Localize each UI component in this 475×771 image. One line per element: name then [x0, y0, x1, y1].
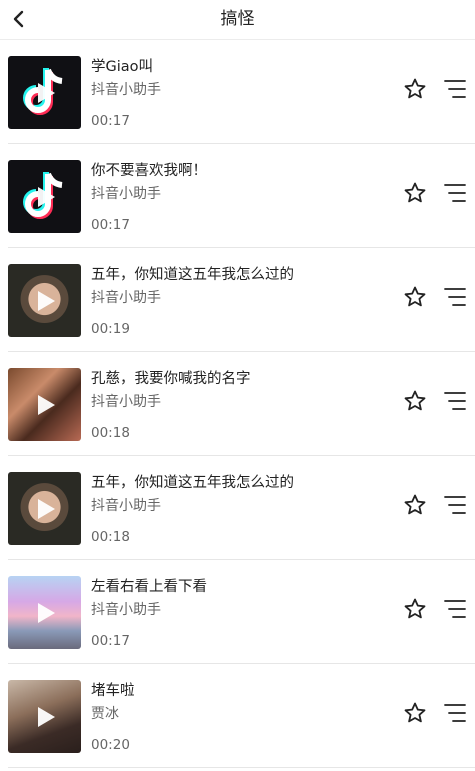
- item-duration: 00:20: [91, 737, 130, 753]
- list-item[interactable]: 学Giao叫 抖音小助手 00:17: [0, 40, 475, 144]
- playlist-menu-icon[interactable]: [443, 598, 467, 620]
- item-artist: 贾冰: [91, 706, 119, 722]
- play-icon: [37, 394, 55, 415]
- playlist-menu-icon[interactable]: [443, 182, 467, 204]
- play-icon: [37, 706, 55, 727]
- item-title: 左看右看上看下看: [91, 579, 207, 595]
- play-icon: [37, 290, 55, 311]
- play-icon: [37, 82, 55, 103]
- playlist-menu-icon[interactable]: [443, 390, 467, 412]
- list-item[interactable]: 五年，你知道这五年我怎么过的 抖音小助手 00:18: [0, 456, 475, 560]
- item-title: 五年，你知道这五年我怎么过的: [91, 475, 294, 491]
- thumbnail[interactable]: [8, 264, 81, 337]
- item-duration: 00:18: [91, 529, 130, 545]
- play-icon: [37, 186, 55, 207]
- star-outline-icon[interactable]: [403, 597, 427, 621]
- item-artist: 抖音小助手: [91, 186, 161, 202]
- thumbnail[interactable]: [8, 680, 81, 753]
- thumbnail[interactable]: [8, 56, 81, 129]
- star-outline-icon[interactable]: [403, 389, 427, 413]
- star-outline-icon[interactable]: [403, 77, 427, 101]
- list-item[interactable]: 堵车啦 贾冰 00:20: [0, 664, 475, 768]
- item-title: 你不要喜欢我啊！: [91, 163, 207, 179]
- thumbnail[interactable]: [8, 472, 81, 545]
- play-icon: [37, 498, 55, 519]
- thumbnail[interactable]: [8, 576, 81, 649]
- thumbnail[interactable]: [8, 368, 81, 441]
- audio-list: 学Giao叫 抖音小助手 00:17 你不要喜欢我啊！ 抖音小助手 00:17 …: [0, 40, 475, 768]
- item-duration: 00:19: [91, 321, 130, 337]
- item-duration: 00:17: [91, 113, 130, 129]
- item-artist: 抖音小助手: [91, 290, 161, 306]
- star-outline-icon[interactable]: [403, 181, 427, 205]
- item-title: 学Giao叫: [91, 59, 154, 75]
- item-artist: 抖音小助手: [91, 498, 161, 514]
- item-title: 孔慈，我要你喊我的名字: [91, 371, 251, 387]
- playlist-menu-icon[interactable]: [443, 702, 467, 724]
- item-title: 五年，你知道这五年我怎么过的: [91, 267, 294, 283]
- star-outline-icon[interactable]: [403, 493, 427, 517]
- star-outline-icon[interactable]: [403, 285, 427, 309]
- play-icon: [37, 602, 55, 623]
- item-artist: 抖音小助手: [91, 602, 161, 618]
- item-duration: 00:17: [91, 633, 130, 649]
- top-bar: 搞怪: [0, 0, 475, 40]
- list-item[interactable]: 左看右看上看下看 抖音小助手 00:17: [0, 560, 475, 664]
- thumbnail[interactable]: [8, 160, 81, 233]
- playlist-menu-icon[interactable]: [443, 494, 467, 516]
- star-outline-icon[interactable]: [403, 701, 427, 725]
- item-duration: 00:18: [91, 425, 130, 441]
- playlist-menu-icon[interactable]: [443, 286, 467, 308]
- item-title: 堵车啦: [91, 683, 135, 699]
- list-item[interactable]: 你不要喜欢我啊！ 抖音小助手 00:17: [0, 144, 475, 248]
- page-title: 搞怪: [220, 9, 255, 29]
- playlist-menu-icon[interactable]: [443, 78, 467, 100]
- item-artist: 抖音小助手: [91, 82, 161, 98]
- list-item[interactable]: 孔慈，我要你喊我的名字 抖音小助手 00:18: [0, 352, 475, 456]
- item-duration: 00:17: [91, 217, 130, 233]
- list-item[interactable]: 五年，你知道这五年我怎么过的 抖音小助手 00:19: [0, 248, 475, 352]
- item-artist: 抖音小助手: [91, 394, 161, 410]
